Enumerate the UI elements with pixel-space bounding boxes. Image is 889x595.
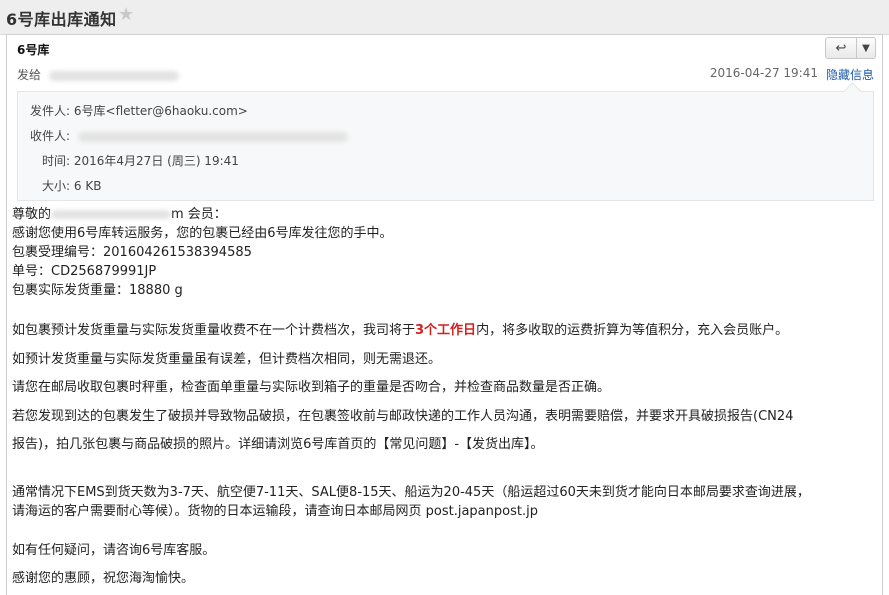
greeting: 尊敬的 m 会员： bbox=[12, 205, 227, 224]
detail-sender: 发件人: 6号库<fletter@6haoku.com> bbox=[30, 102, 248, 119]
tracking-number: 单号：CD256879991JP bbox=[12, 264, 157, 279]
subject-bar: 6号库出库通知 ★ bbox=[0, 0, 889, 35]
detail-recipient: 收件人: bbox=[30, 127, 348, 144]
shipping-time-line2: 请海运的客户需要耐心等候）。货物的日本运输段，请查询日本邮局网页 post.ja… bbox=[12, 504, 538, 519]
reply-button-group: ↩ ▼ bbox=[825, 37, 876, 59]
details-panel: 发件人: 6号库<fletter@6haoku.com> 收件人: 时间: 20… bbox=[17, 82, 874, 201]
damage-paragraph-line1: 若您发现到达的包裹发生了破损并导致物品破损，在包裹签收前与邮政快递的工作人员沟通… bbox=[12, 409, 794, 424]
contact-paragraph: 如有任何疑问，请咨询6号库客服。 bbox=[12, 543, 216, 558]
recipient-label: 收件人: bbox=[30, 129, 71, 143]
greeting-suffix: m 会员： bbox=[171, 207, 227, 222]
time-value: 2016年4月27日 (周三) 19:41 bbox=[73, 154, 239, 168]
redacted-recipient-address bbox=[77, 131, 348, 142]
greeting-prefix: 尊敬的 bbox=[12, 207, 52, 222]
detail-size: 大小: 6 KB bbox=[42, 177, 101, 194]
hide-details-link[interactable]: 隐藏信息 bbox=[826, 66, 874, 83]
redacted-recipient bbox=[48, 70, 179, 81]
recipient-line: 发给 bbox=[17, 66, 179, 83]
sender-label: 发件人: bbox=[30, 104, 71, 118]
damage-paragraph-line2: 报告)，拍几张包裹与商品破损的照片。详细请浏览6号库首页的【常见问题】-【发货出… bbox=[12, 437, 544, 452]
detail-time: 时间: 2016年4月27日 (周三) 19:41 bbox=[42, 152, 239, 169]
time-label: 时间: bbox=[42, 154, 71, 168]
reply-arrow-icon: ↩ bbox=[835, 40, 847, 56]
refund-text-a: 如包裹预计发货重量与实际发货重量收费不在一个计费档次，我司将于 bbox=[12, 323, 416, 338]
size-label: 大小: bbox=[42, 179, 71, 193]
sender-value: 6号库<fletter@6haoku.com> bbox=[73, 104, 248, 118]
sender-name: 6号库 bbox=[17, 43, 50, 57]
star-icon[interactable]: ★ bbox=[118, 4, 134, 25]
refund-highlight: 3个工作日 bbox=[415, 323, 477, 338]
sent-date: 2016-04-27 19:41 bbox=[709, 66, 818, 80]
email-subject: 6号库出库通知 bbox=[6, 10, 117, 29]
reply-button[interactable]: ↩ bbox=[826, 38, 856, 58]
size-value: 6 KB bbox=[73, 179, 102, 193]
thanks-line: 感谢您使用6号库转运服务，您的包裹已经由6号库发往您的手中。 bbox=[12, 226, 393, 241]
chevron-down-icon: ▼ bbox=[862, 42, 870, 54]
refund-paragraph: 如包裹预计发货重量与实际发货重量收费不在一个计费档次，我司将于3个工作日内，将多… bbox=[12, 321, 788, 340]
acceptance-number: 包裹受理编号：201604261538394585 bbox=[12, 245, 252, 260]
refund-text-b: 内，将多收取的运费折算为等值积分，充入会员账户。 bbox=[476, 323, 789, 338]
redacted-member-name bbox=[51, 210, 172, 219]
reply-dropdown-button[interactable]: ▼ bbox=[856, 38, 875, 58]
to-label: 发给 bbox=[17, 68, 42, 82]
closing-paragraph: 感谢您的惠顾，祝您海淘愉快。 bbox=[12, 571, 195, 586]
actual-weight: 包裹实际发货重量：18880 g bbox=[12, 283, 183, 298]
details-caret bbox=[843, 82, 862, 101]
weigh-paragraph: 请您在邮局收取包裹时秤重，检查面单重量与实际收到箱子的重量是否吻合，并检查商品数… bbox=[12, 380, 611, 395]
shipping-time-line1: 通常情况下EMS到货天数为3-7天、航空便7-11天、SAL便8-15天、船运为… bbox=[12, 485, 810, 500]
no-refund-paragraph: 如预计发货重量与实际发货重量虽有误差，但计费档次相同，则无需退还。 bbox=[12, 352, 442, 367]
